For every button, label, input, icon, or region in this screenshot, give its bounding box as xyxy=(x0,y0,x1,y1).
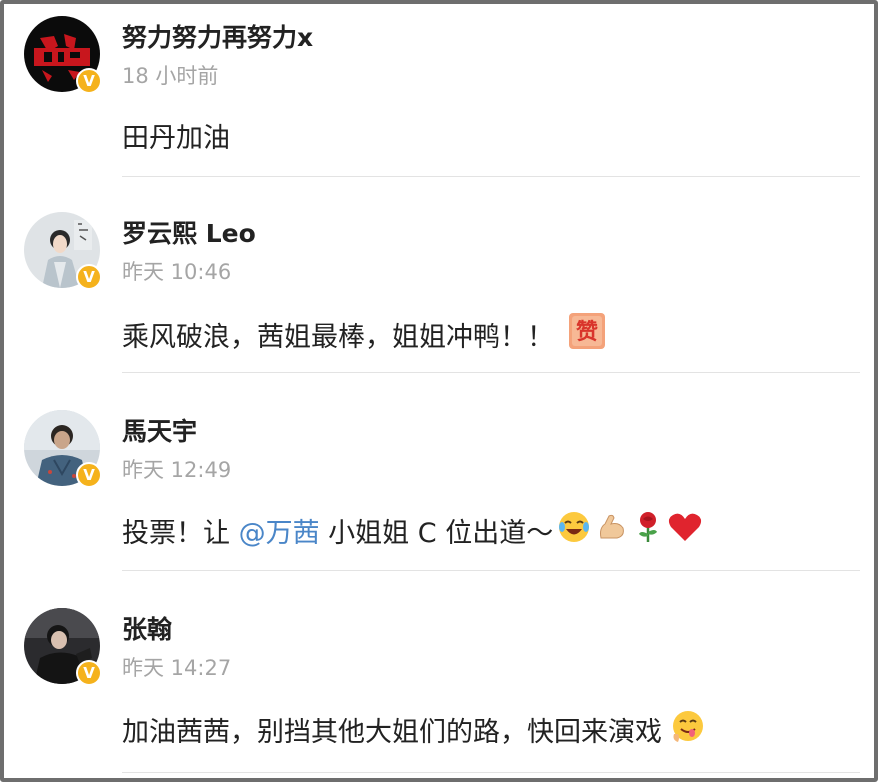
divider xyxy=(122,570,860,571)
timestamp: 昨天 14:27 xyxy=(122,656,232,680)
divider xyxy=(122,176,860,177)
verified-badge-icon: V xyxy=(76,264,102,290)
username[interactable]: 罗云熙 Leo xyxy=(122,214,256,250)
comment-text: 乘风破浪，茜姐最棒，姐姐冲鸭！！ 赞 xyxy=(122,312,606,357)
zan-sticker-icon: 赞 xyxy=(568,312,606,357)
avatar[interactable]: V xyxy=(24,410,102,488)
username[interactable]: 张翰 xyxy=(122,610,172,646)
comment-body-prefix: 投票！让 xyxy=(122,518,239,549)
comment-text: 投票！让 @万茜 小姐姐 C 位出道～ xyxy=(122,510,703,551)
timestamp: 昨天 12:49 xyxy=(122,458,232,482)
comment-text: 田丹加油 xyxy=(122,116,230,155)
rose-icon xyxy=(633,510,663,551)
laughing-crying-icon xyxy=(557,510,591,551)
timestamp: 昨天 10:46 xyxy=(122,260,232,284)
avatar[interactable]: V xyxy=(24,212,102,290)
flexed-biceps-icon xyxy=(595,510,629,551)
verified-badge-icon: V xyxy=(76,660,102,686)
avatar[interactable]: V xyxy=(24,608,102,686)
timestamp: 18 小时前 xyxy=(122,64,219,88)
comment-body: 乘风破浪，茜姐最棒，姐姐冲鸭！！ xyxy=(122,322,554,353)
comment-body: 田丹加油 xyxy=(122,123,230,154)
zan-sticker-label: 赞 xyxy=(575,320,598,345)
comment-text: 加油茜茜，别挡其他大姐们的路，快回来演戏 xyxy=(122,708,706,751)
username[interactable]: 努力努力再努力x xyxy=(122,18,313,54)
verified-badge-icon: V xyxy=(76,68,102,94)
comment-body-suffix: 小姐姐 C 位出道～ xyxy=(319,518,554,549)
comment-body: 加油茜茜，别挡其他大姐们的路，快回来演戏 xyxy=(122,717,662,748)
mention-link[interactable]: @万茜 xyxy=(239,511,320,550)
avatar[interactable]: V xyxy=(24,16,102,94)
comment-list: V 努力努力再努力x 18 小时前 田丹加油 V 罗云熙 Leo 昨天 10:4… xyxy=(0,0,878,782)
username[interactable]: 馬天宇 xyxy=(122,412,197,448)
divider xyxy=(122,772,860,773)
divider xyxy=(122,372,860,373)
red-heart-icon xyxy=(667,511,703,550)
verified-badge-icon: V xyxy=(76,462,102,488)
yummy-face-icon xyxy=(670,708,706,751)
